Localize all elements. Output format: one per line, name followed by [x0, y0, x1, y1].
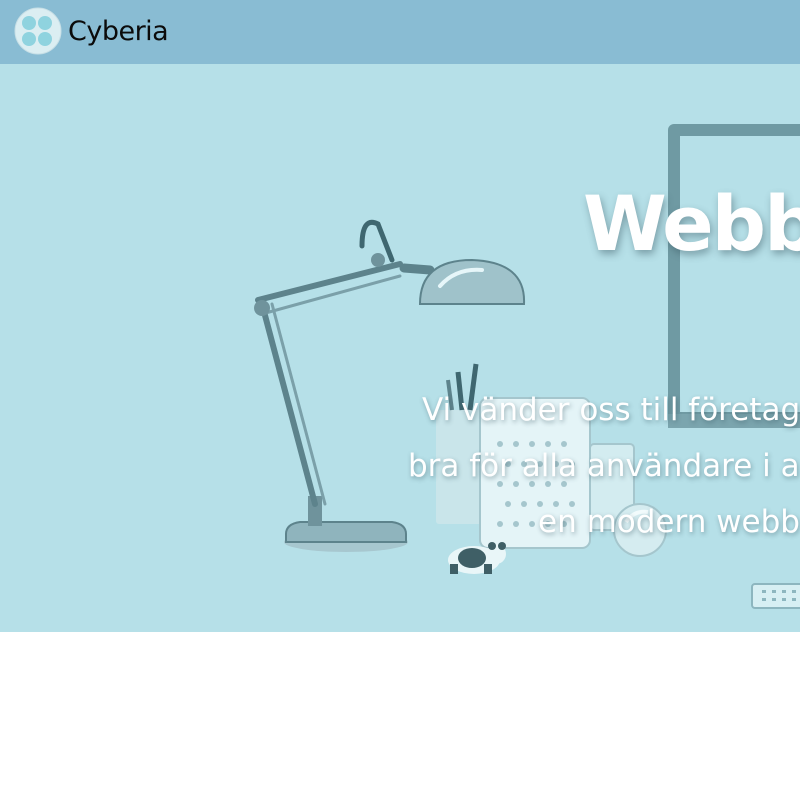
hero-tagline-line-3: en modern webb [538, 504, 800, 540]
brand-name: Cyberia [68, 15, 169, 47]
hero-tagline-line-1: Vi vänder oss till företag [422, 392, 800, 428]
top-navigation-bar: Cyberia [0, 0, 800, 64]
hero-banner: Webby Vi vänder oss till företag bra för… [0, 64, 800, 632]
brand-logo-link[interactable]: Cyberia [14, 7, 169, 55]
hero-background-image [254, 124, 800, 609]
page-content-area [0, 632, 800, 800]
keyboard-illustration [751, 583, 800, 609]
hero-title: Webby [583, 179, 800, 268]
four-dot-circle-logo-icon [14, 7, 62, 55]
panda-figurine-illustration [448, 542, 506, 574]
monitor-illustration [668, 124, 800, 428]
hero-tagline-line-2: bra för alla användare i a [408, 448, 800, 484]
